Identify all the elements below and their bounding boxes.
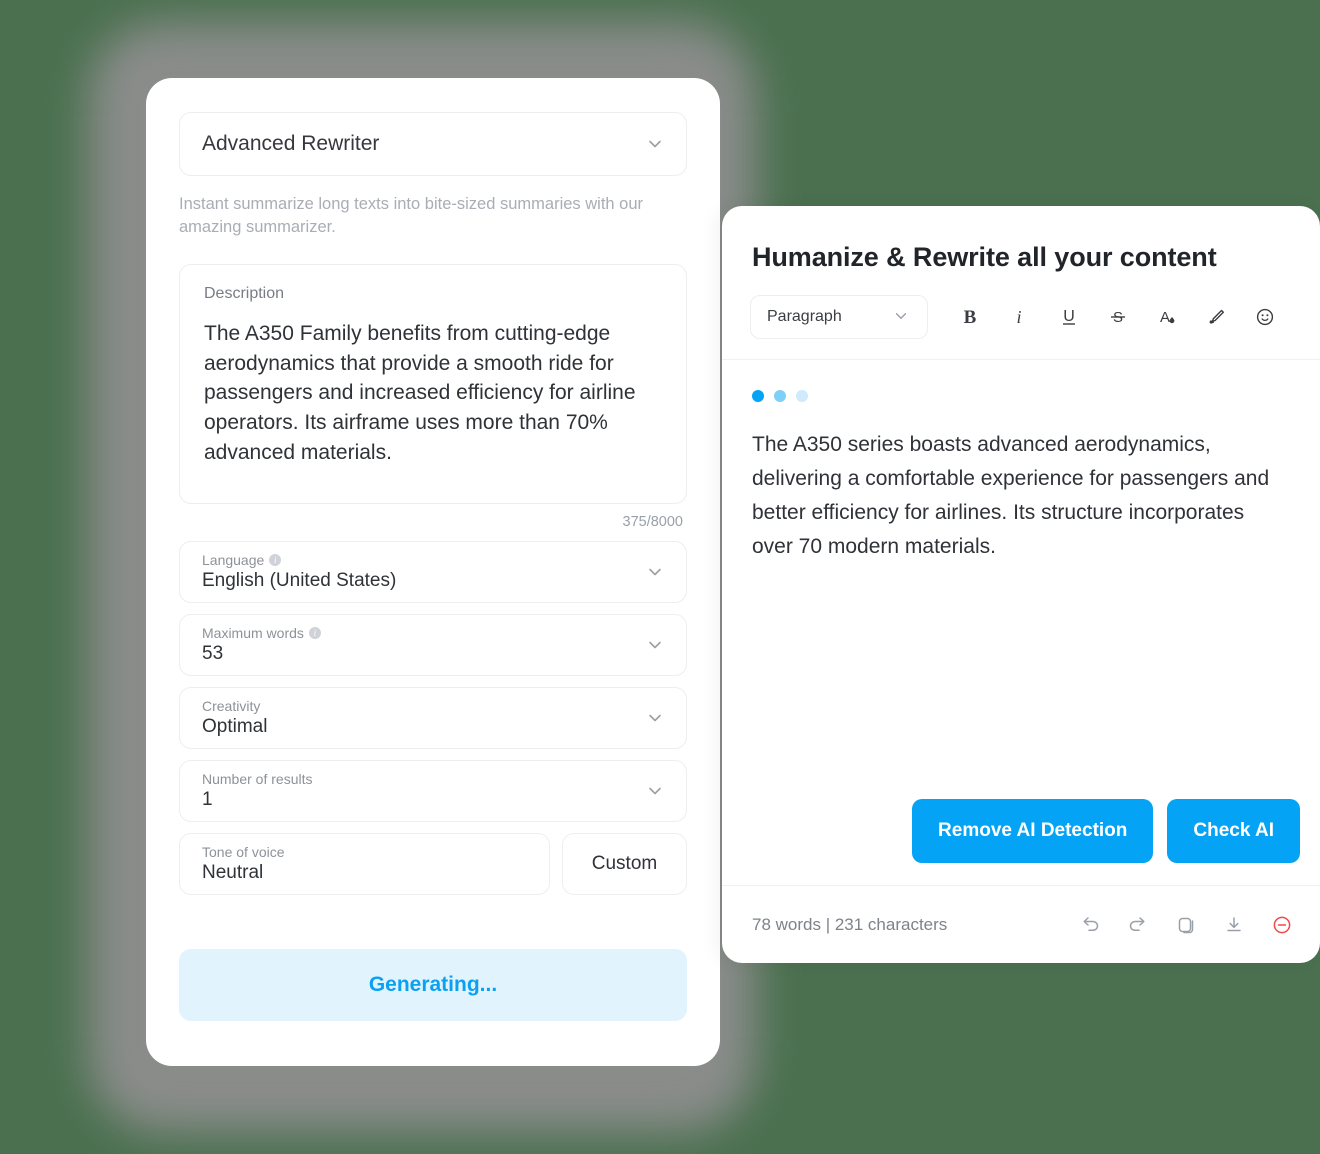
result-text: The A350 series boasts advanced aerodyna…	[752, 433, 1270, 559]
field-number-of-results-value: 1	[202, 788, 213, 810]
field-creativity-label: Creativity	[202, 697, 261, 714]
chevron-down-icon	[646, 563, 664, 581]
character-counter: 375/8000	[622, 513, 683, 530]
info-icon[interactable]: i	[269, 553, 282, 566]
block-style-dropdown[interactable]: Paragraph	[750, 295, 928, 339]
loading-dot-1	[752, 390, 764, 402]
editor-title: Humanize & Rewrite all your content	[752, 242, 1217, 272]
loading-dot-3	[796, 390, 808, 402]
strikethrough-icon[interactable]: S	[1093, 295, 1142, 339]
undo-icon[interactable]	[1074, 909, 1106, 941]
tool-description: Instant summarize long texts into bite-s…	[179, 195, 644, 237]
field-tone-of-voice-value: Neutral	[202, 861, 264, 883]
field-number-of-results-label: Number of results	[202, 770, 313, 787]
copy-icon[interactable]	[1170, 909, 1202, 941]
svg-text:A: A	[1160, 309, 1170, 326]
editor-panel: Humanize & Rewrite all your content Para…	[722, 206, 1320, 963]
field-maximum-words-value: 53	[202, 642, 224, 664]
tool-selector-dropdown[interactable]: Advanced Rewriter	[179, 112, 687, 176]
custom-tone-button[interactable]: Custom	[562, 832, 687, 895]
field-maximum-words[interactable]: Maximum words i 53	[179, 613, 687, 676]
download-icon[interactable]	[1218, 909, 1250, 941]
svg-text:B: B	[964, 307, 977, 328]
field-creativity-value: Optimal	[202, 715, 268, 737]
svg-text:U: U	[1063, 308, 1075, 325]
tool-selector-value: Advanced Rewriter	[202, 132, 380, 155]
chevron-down-icon	[646, 782, 664, 800]
block-style-value: Paragraph	[767, 308, 842, 325]
field-language-label: Language	[202, 551, 265, 568]
check-ai-button[interactable]: Check AI	[1167, 799, 1300, 863]
editor-actions: Remove AI Detection Check AI	[722, 799, 1320, 885]
footer-icon-group	[1074, 909, 1298, 941]
editor-body[interactable]: The A350 series boasts advanced aerodyna…	[722, 360, 1320, 799]
editor-footer: 78 words | 231 characters	[722, 885, 1320, 963]
description-label: Description	[204, 284, 285, 302]
field-tone-of-voice[interactable]: Tone of voice Neutral	[179, 832, 550, 895]
field-tone-of-voice-label: Tone of voice	[202, 843, 285, 860]
underline-icon[interactable]: U	[1044, 295, 1093, 339]
word-character-count: 78 words | 231 characters	[752, 914, 948, 934]
chevron-down-icon	[646, 709, 664, 727]
generator-form-card: Advanced Rewriter Instant summarize long…	[146, 78, 720, 1066]
description-value: The A350 Family benefits from cutting-ed…	[204, 321, 636, 465]
chevron-down-icon	[646, 636, 664, 654]
redo-icon[interactable]	[1122, 909, 1154, 941]
field-language-value: English (United States)	[202, 569, 397, 591]
field-number-of-results[interactable]: Number of results 1	[179, 759, 687, 822]
chevron-down-icon	[646, 135, 664, 153]
italic-icon[interactable]: i	[995, 295, 1044, 339]
description-input-box[interactable]: Description The A350 Family benefits fro…	[179, 263, 687, 504]
generate-button[interactable]: Generating...	[179, 948, 687, 1021]
bold-icon[interactable]: B	[946, 295, 995, 339]
tone-row: Tone of voice Neutral Custom	[179, 832, 687, 895]
text-color-icon[interactable]: A	[1142, 295, 1191, 339]
field-maximum-words-label: Maximum words	[202, 624, 304, 641]
emoji-icon[interactable]	[1241, 295, 1290, 339]
loading-indicator	[752, 390, 1290, 402]
delete-icon[interactable]	[1266, 909, 1298, 941]
loading-dot-2	[774, 390, 786, 402]
chevron-down-icon	[893, 308, 911, 326]
highlighter-icon[interactable]	[1192, 295, 1241, 339]
field-creativity[interactable]: Creativity Optimal	[179, 686, 687, 749]
editor-toolbar: Paragraph B i U S A	[722, 273, 1320, 360]
remove-ai-detection-button[interactable]: Remove AI Detection	[912, 799, 1154, 863]
info-icon[interactable]: i	[308, 626, 321, 639]
svg-text:i: i	[1017, 307, 1022, 327]
field-language[interactable]: Language i English (United States)	[179, 540, 687, 603]
